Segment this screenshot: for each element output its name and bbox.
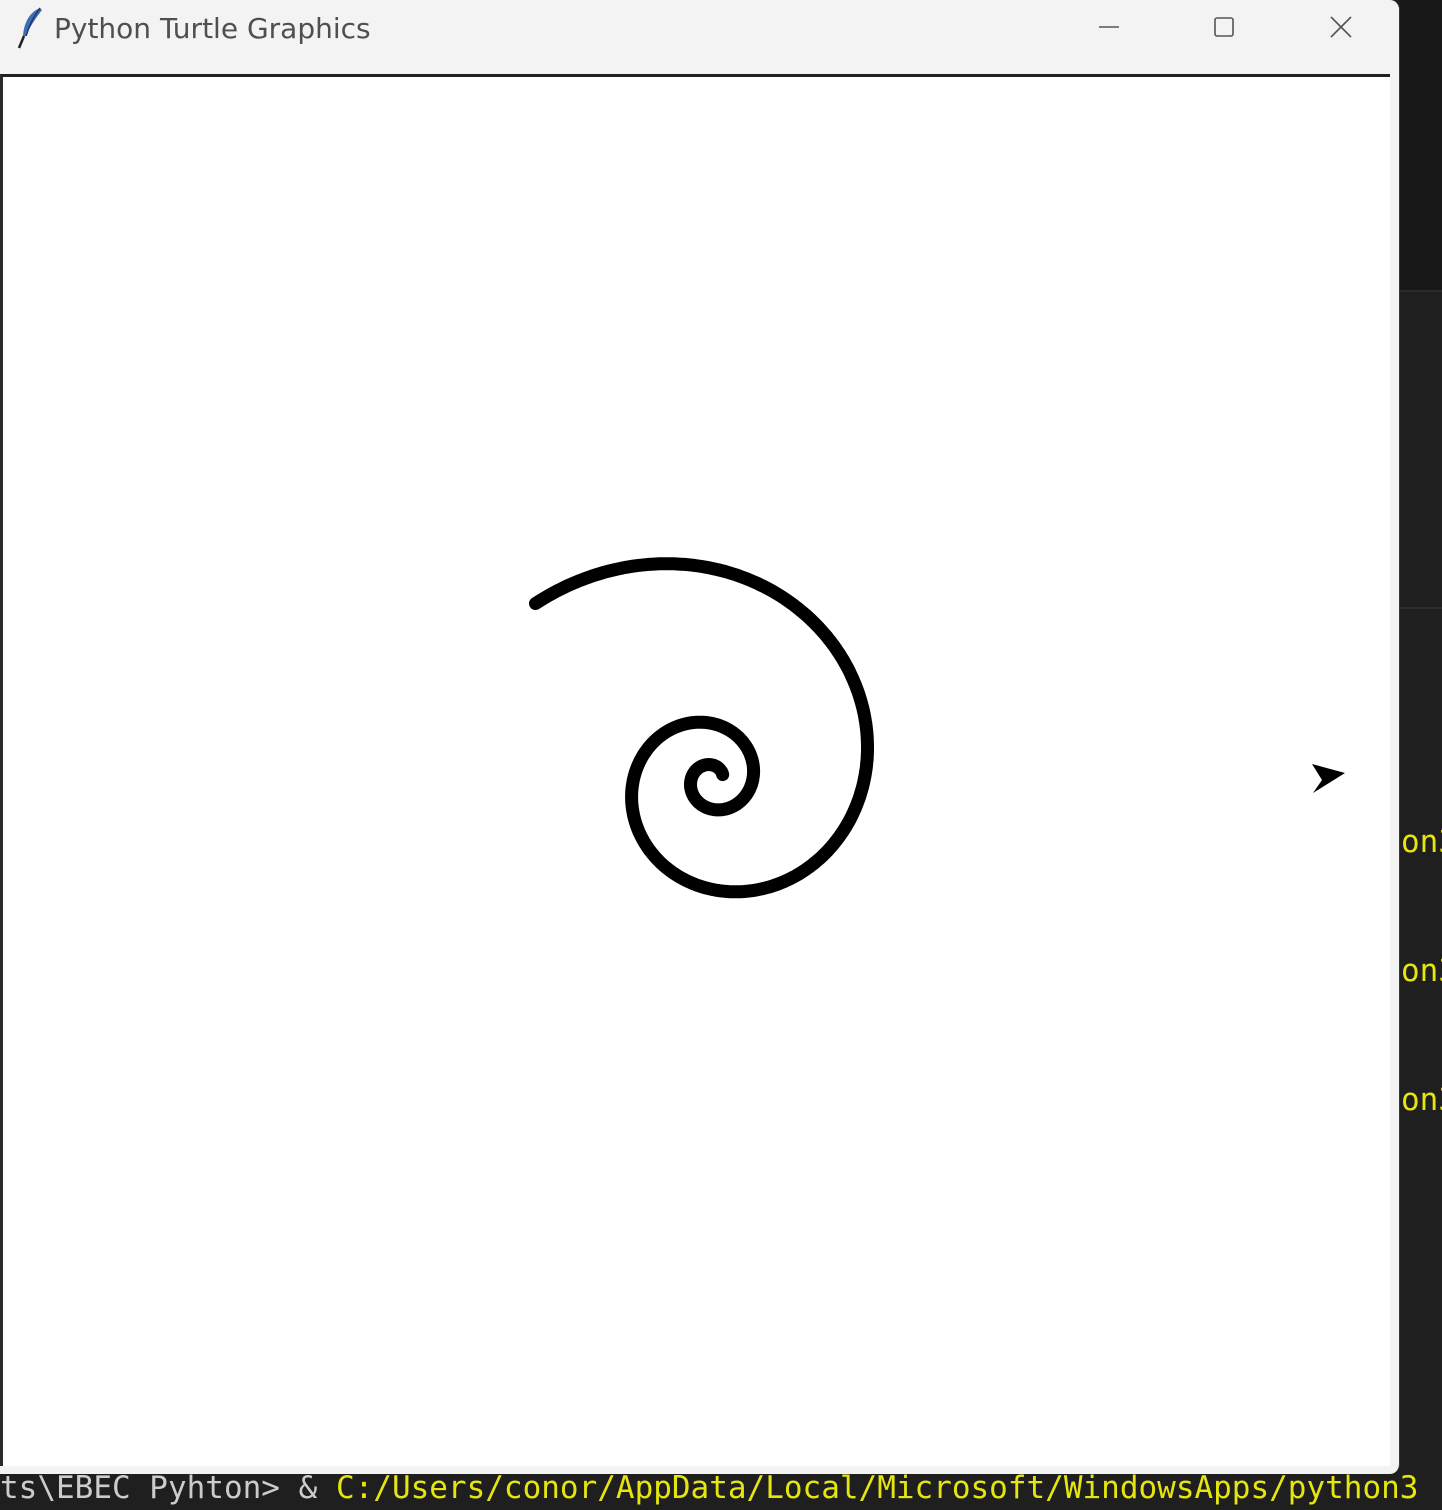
turtle-window[interactable]: Python Turtle Graphics [0,0,1400,1474]
spiral-path [529,557,874,899]
terminal-text-fragment: on3 [1401,953,1442,989]
terminal-command-path: C:/Users/conor/AppData/Local/Microsoft/W… [335,1470,1419,1506]
terminal-text-fragment: on3 [1401,824,1442,860]
terminal-panel-mid [1400,330,1442,608]
terminal-divider [1400,607,1442,609]
canvas-drawing [529,557,1345,899]
turtle-cursor-icon [1312,764,1345,793]
terminal-text-fragment: on3 [1401,1082,1442,1118]
terminal-prompt: ts\EBEC Pyhton> & [0,1470,336,1506]
terminal-panel-top [1400,0,1442,290]
terminal-divider [1400,290,1442,292]
turtle-canvas[interactable] [0,74,1390,1466]
